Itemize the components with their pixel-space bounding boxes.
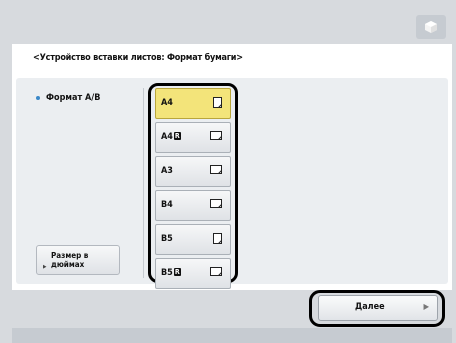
cube-icon	[425, 21, 437, 33]
left-column: Формат A/B ▶ Размер в дюймах	[16, 78, 141, 284]
next-button[interactable]: Далее ▶	[318, 295, 438, 321]
column-divider	[143, 88, 144, 278]
paper-size-label: A4	[161, 98, 173, 108]
triangle-right-icon: ▶	[43, 264, 47, 270]
paper-size-button-b4[interactable]: B4	[155, 190, 231, 221]
landscape-sheet-icon	[210, 165, 222, 174]
paper-size-button-a3[interactable]: A3	[155, 156, 231, 187]
paper-size-label: B5 R	[161, 268, 181, 278]
bullet-icon	[36, 96, 40, 100]
format-ab-text: Формат A/B	[46, 93, 101, 103]
inch-size-label: Размер в дюймах	[51, 251, 89, 269]
paper-size-button-a4r[interactable]: A4 R	[155, 122, 231, 153]
landscape-sheet-icon	[210, 131, 222, 140]
portrait-sheet-icon	[213, 97, 222, 108]
portrait-sheet-icon	[213, 233, 222, 244]
arrow-right-icon: ▶	[423, 302, 429, 311]
next-label: Далее	[355, 302, 385, 312]
paper-size-list: A4 A4 R A3 B4 B5 B5 R	[155, 88, 231, 292]
paper-size-label: A3	[161, 166, 173, 176]
top-bar	[12, 10, 452, 46]
paper-size-button-b5[interactable]: B5	[155, 224, 231, 255]
format-ab-label: Формат A/B	[36, 93, 100, 103]
page-title: <Устройство вставки листов: Формат бумаг…	[33, 53, 243, 63]
paper-size-label: A4 R	[161, 132, 181, 142]
top-right-button[interactable]	[416, 15, 446, 39]
paper-size-button-b5r[interactable]: B5 R	[155, 258, 231, 289]
bottom-bar	[12, 328, 452, 343]
landscape-sheet-icon	[210, 199, 222, 208]
paper-size-label: B4	[161, 200, 173, 210]
inch-size-button[interactable]: ▶ Размер в дюймах	[36, 245, 120, 275]
paper-size-label: B5	[161, 234, 173, 244]
paper-size-button-a4[interactable]: A4	[155, 88, 231, 119]
landscape-sheet-icon	[210, 267, 222, 276]
